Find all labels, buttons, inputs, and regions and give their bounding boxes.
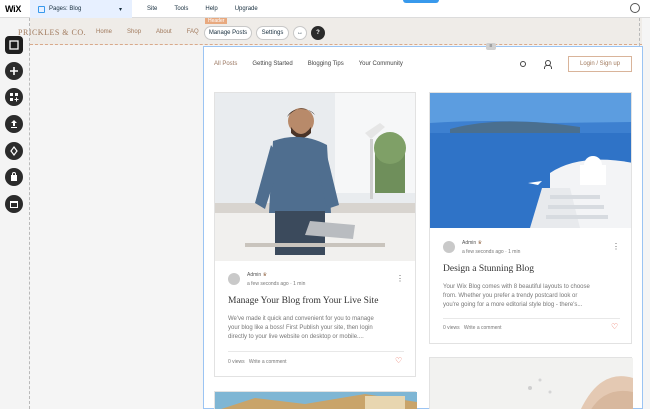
excerpt-line: directly to your live website on desktop…: [228, 334, 364, 340]
header-tag: Header: [205, 18, 228, 24]
store-bag-icon[interactable]: [5, 168, 23, 186]
views-count: 0 views: [443, 325, 460, 331]
post-excerpt: We've made it quick and convenient for y…: [228, 315, 408, 342]
top-publish-tab[interactable]: [403, 0, 439, 3]
menu-tools[interactable]: Tools: [174, 6, 188, 12]
grid-line-left: [29, 18, 30, 409]
avatar[interactable]: [228, 273, 240, 285]
blog-nav-getting-started[interactable]: Getting Started: [252, 61, 292, 67]
post-excerpt: Your Wix Blog comes with 8 beautiful lay…: [443, 283, 625, 310]
post-image-partial[interactable]: [430, 358, 633, 409]
nav-home[interactable]: Home: [96, 29, 112, 35]
post-author[interactable]: Admin ♛: [462, 240, 482, 246]
excerpt-line: We've made it quick and convenient for y…: [228, 316, 374, 322]
views-count: 0 views: [228, 359, 245, 365]
help-icon[interactable]: ?: [311, 26, 325, 40]
excerpt-line: your blog like a boss! First Publish you…: [228, 325, 373, 331]
more-options-icon[interactable]: ⋮: [612, 242, 620, 251]
upload-icon[interactable]: [5, 115, 23, 133]
excerpt-line: you're going for a more editorial style …: [443, 302, 583, 308]
post-card[interactable]: [214, 391, 417, 409]
nav-about[interactable]: About: [156, 29, 172, 35]
post-image-santorini[interactable]: [430, 93, 631, 228]
chevron-down-icon: ▾: [118, 7, 122, 13]
menu-site[interactable]: Site: [147, 6, 157, 12]
pages-label: Pages: Blog: [49, 6, 82, 12]
wix-logo[interactable]: WiX: [0, 4, 30, 14]
avatar[interactable]: [443, 241, 455, 253]
left-toolbar: [0, 28, 30, 228]
blog-nav-your-community[interactable]: Your Community: [359, 61, 403, 67]
post-time: a few seconds ago · 1 min: [462, 249, 521, 255]
bookings-calendar-icon[interactable]: [5, 195, 23, 213]
crown-icon: ♛: [262, 272, 268, 278]
blog-nav-all-posts[interactable]: All Posts: [214, 61, 237, 67]
zoom-icon[interactable]: [630, 3, 640, 13]
menu-upgrade[interactable]: Upgrade: [235, 6, 258, 12]
pages-dropdown[interactable]: Pages: Blog ▾: [30, 0, 132, 18]
editor-canvas: PRICKLES & CO. Home Shop About FAQ Heade…: [18, 18, 650, 409]
more-options-icon[interactable]: ⋮: [396, 274, 404, 283]
pages-menu-icon[interactable]: [5, 36, 23, 54]
blog-widget[interactable]: ≡ All Posts Getting Started Blogging Tip…: [203, 43, 643, 409]
post-title[interactable]: Design a Stunning Blog: [443, 264, 534, 274]
post-stats: 0 views Write a comment: [443, 325, 502, 331]
nav-faq[interactable]: FAQ: [187, 29, 199, 35]
write-comment-link[interactable]: Write a comment: [249, 359, 287, 365]
login-button[interactable]: Login / Sign up: [568, 56, 632, 72]
user-icon[interactable]: [544, 60, 552, 69]
heart-icon[interactable]: ♡: [395, 356, 402, 365]
settings-button[interactable]: Settings: [256, 26, 289, 40]
write-comment-link[interactable]: Write a comment: [464, 325, 502, 331]
add-icon[interactable]: [5, 62, 23, 80]
stretch-icon[interactable]: ↔: [293, 26, 307, 40]
manage-posts-button[interactable]: Manage Posts: [204, 26, 252, 40]
top-menu: Site Tools Help Upgrade: [147, 0, 275, 18]
divider: [228, 351, 404, 352]
crown-icon: ♛: [477, 240, 483, 246]
page-icon: [38, 5, 45, 13]
post-card[interactable]: Admin ♛ a few seconds ago · 1 min ⋮ Desi…: [429, 92, 632, 344]
heart-icon[interactable]: ♡: [611, 322, 618, 331]
post-image-partial[interactable]: [215, 392, 417, 409]
nav-shop[interactable]: Shop: [127, 29, 141, 35]
app-market-icon[interactable]: [5, 88, 23, 106]
post-card[interactable]: Admin ♛ a few seconds ago · 1 min ⋮ Mana…: [214, 92, 416, 377]
editor-top-bar: WiX Pages: Blog ▾ Site Tools Help Upgrad…: [0, 0, 650, 18]
drag-handle-icon[interactable]: ≡: [486, 43, 496, 50]
excerpt-line: from. Whether you prefer a trendy postca…: [443, 293, 578, 299]
search-icon[interactable]: [520, 61, 526, 67]
excerpt-line: Your Wix Blog comes with 8 beautiful lay…: [443, 284, 590, 290]
post-author[interactable]: Admin ♛: [247, 272, 267, 278]
menu-help[interactable]: Help: [205, 6, 217, 12]
blog-nav-blogging-tips[interactable]: Blogging Tips: [308, 61, 344, 67]
blog-nav: All Posts Getting Started Blogging Tips …: [214, 61, 403, 67]
post-stats: 0 views Write a comment: [228, 359, 287, 365]
post-title[interactable]: Manage Your Blog from Your Live Site: [228, 296, 378, 306]
post-card[interactable]: [429, 357, 633, 409]
site-header[interactable]: PRICKLES & CO. Home Shop About FAQ Heade…: [18, 18, 642, 45]
post-time: a few seconds ago · 1 min: [247, 281, 306, 287]
site-nav: Home Shop About FAQ: [96, 29, 199, 35]
divider: [443, 318, 620, 319]
post-image-office[interactable]: [215, 93, 415, 261]
pen-icon[interactable]: [5, 142, 23, 160]
